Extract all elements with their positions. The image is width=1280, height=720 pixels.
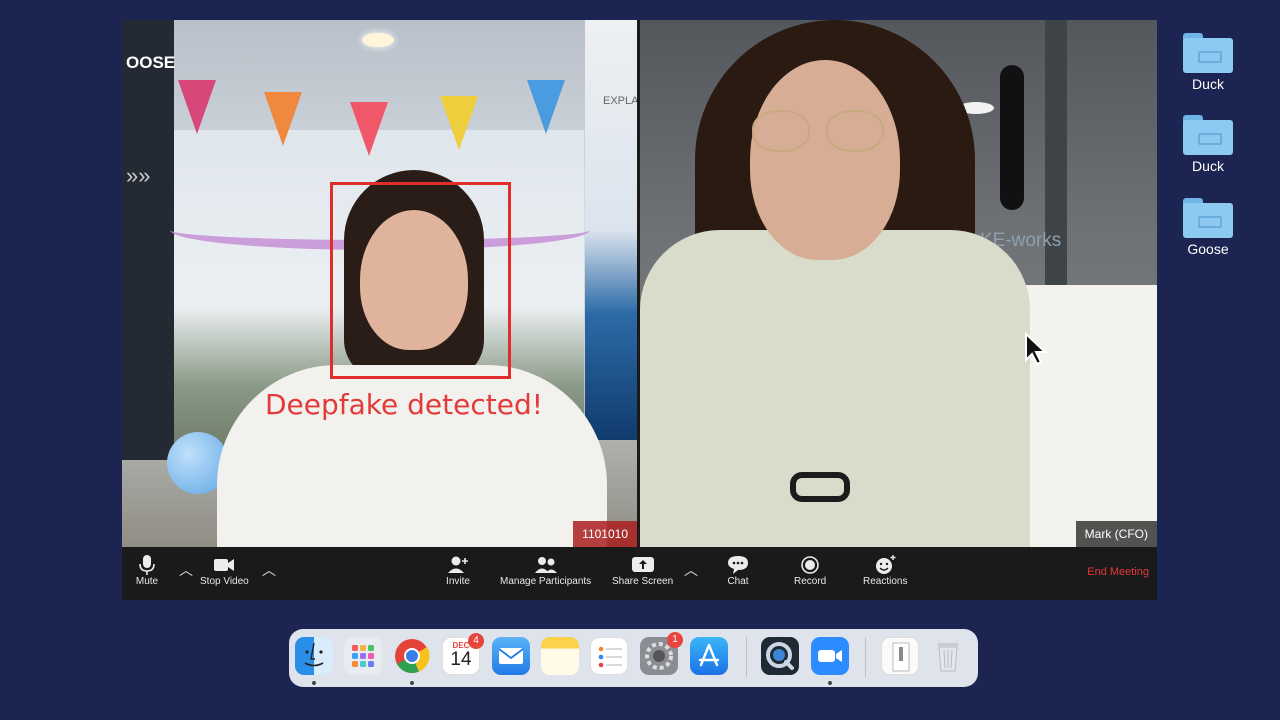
record-button[interactable]: Record — [794, 554, 826, 587]
mute-label: Mute — [135, 576, 159, 587]
dock-document-icon[interactable] — [881, 637, 919, 675]
dock-app-store-icon[interactable] — [690, 637, 728, 675]
background-wall: OOSE »» — [122, 20, 176, 460]
dock-chrome-icon[interactable] — [393, 637, 431, 675]
dock-zoom-icon[interactable] — [811, 637, 849, 675]
bunting-flag — [527, 80, 565, 134]
meeting-window: OOSE »» EXPLA Deepfake detected! 1101010… — [122, 20, 1157, 600]
reactions-button[interactable]: Reactions — [863, 554, 907, 587]
add-person-icon — [448, 556, 468, 573]
record-icon — [801, 556, 819, 574]
dock-launchpad-icon[interactable] — [344, 637, 382, 675]
running-indicator — [828, 681, 832, 685]
ceiling-lamp — [362, 33, 394, 47]
end-meeting-button[interactable]: End Meeting — [1087, 566, 1149, 578]
belt-buckle — [790, 472, 850, 502]
participants-icon — [534, 557, 557, 573]
participant-name-tag: 1101010 — [573, 521, 637, 547]
mouse-cursor-icon — [1025, 332, 1048, 366]
deepfake-warning: Deepfake detected! — [265, 388, 543, 421]
record-label: Record — [794, 576, 827, 587]
stop-video-label: Stop Video — [200, 576, 249, 587]
participant-face — [750, 60, 900, 260]
mute-button[interactable]: Mute — [134, 554, 160, 587]
calendar-day: 14 — [450, 649, 472, 670]
folder-icon — [1183, 33, 1233, 73]
dock-separator — [865, 637, 866, 677]
desktop-folder-duck-2[interactable]: Duck — [1178, 115, 1238, 174]
mute-options-chevron-up-icon[interactable]: ︿ — [179, 560, 193, 580]
reactions-label: Reactions — [863, 576, 908, 587]
participant-video-left[interactable]: OOSE »» EXPLA Deepfake detected! 1101010 — [122, 20, 637, 547]
share-options-chevron-up-icon[interactable]: ︿ — [684, 560, 698, 580]
invite-button[interactable]: Invite — [445, 554, 471, 587]
bunting-flag — [350, 102, 388, 156]
folder-icon — [1183, 198, 1233, 238]
dock-calendar-icon[interactable]: DEC 14 4 — [442, 633, 484, 675]
participant-name-tag: Mark (CFO) — [1075, 521, 1157, 547]
background-banner: EXPLA — [585, 20, 637, 440]
deepfake-detection-box — [330, 182, 511, 379]
folder-label: Goose — [1187, 241, 1229, 257]
share-screen-button[interactable]: Share Screen — [612, 554, 673, 587]
dock-reminders-icon[interactable] — [590, 637, 628, 675]
manage-participants-button[interactable]: Manage Participants — [500, 554, 591, 587]
folder-icon — [1183, 115, 1233, 155]
invite-label: Invite — [446, 576, 470, 587]
dock-trash-icon[interactable] — [929, 637, 967, 675]
microphone-icon — [139, 555, 155, 575]
running-indicator — [312, 681, 316, 685]
running-indicator — [410, 681, 414, 685]
chat-button[interactable]: Chat — [725, 554, 751, 587]
dock-notes-icon[interactable] — [541, 637, 579, 675]
bunting-flag — [264, 92, 302, 146]
dock-separator — [746, 637, 747, 677]
folder-label: Duck — [1192, 76, 1224, 92]
dock: DEC 14 4 1 — [289, 629, 978, 687]
manage-participants-label: Manage Participants — [500, 576, 592, 587]
settings-badge: 1 — [667, 632, 683, 648]
glasses — [752, 110, 892, 158]
folder-label: Duck — [1192, 158, 1224, 174]
share-screen-label: Share Screen — [612, 576, 674, 587]
stop-video-button[interactable]: Stop Video — [200, 554, 249, 587]
dock-mail-icon[interactable] — [492, 637, 530, 675]
chevrons-icon: »» — [126, 163, 151, 188]
share-screen-icon — [631, 557, 654, 572]
bunting-flag — [440, 96, 478, 150]
wall-sign-text: OOSE — [126, 53, 176, 72]
dock-quicktime-icon[interactable] — [761, 637, 799, 675]
video-camera-icon — [214, 559, 235, 571]
desktop-folder-duck-1[interactable]: Duck — [1178, 33, 1238, 92]
meeting-toolbar: Mute ︿ Stop Video ︿ Invite Manage Partic… — [122, 547, 1157, 600]
background-fixture — [1000, 65, 1024, 210]
bunting-flag — [178, 80, 216, 134]
banner-text: EXPLA — [603, 95, 637, 107]
calendar-badge: 4 — [468, 633, 484, 649]
dock-finder-icon[interactable] — [295, 637, 333, 675]
desktop-folder-goose[interactable]: Goose — [1178, 198, 1238, 257]
chat-bubble-icon — [728, 556, 748, 574]
video-options-chevron-up-icon[interactable]: ︿ — [262, 560, 276, 580]
reactions-smiley-icon — [876, 555, 896, 574]
chat-label: Chat — [727, 576, 749, 587]
dock-system-settings-icon[interactable]: 1 — [640, 632, 683, 675]
participant-video-right[interactable]: KE-works Mark (CFO) — [640, 20, 1157, 547]
